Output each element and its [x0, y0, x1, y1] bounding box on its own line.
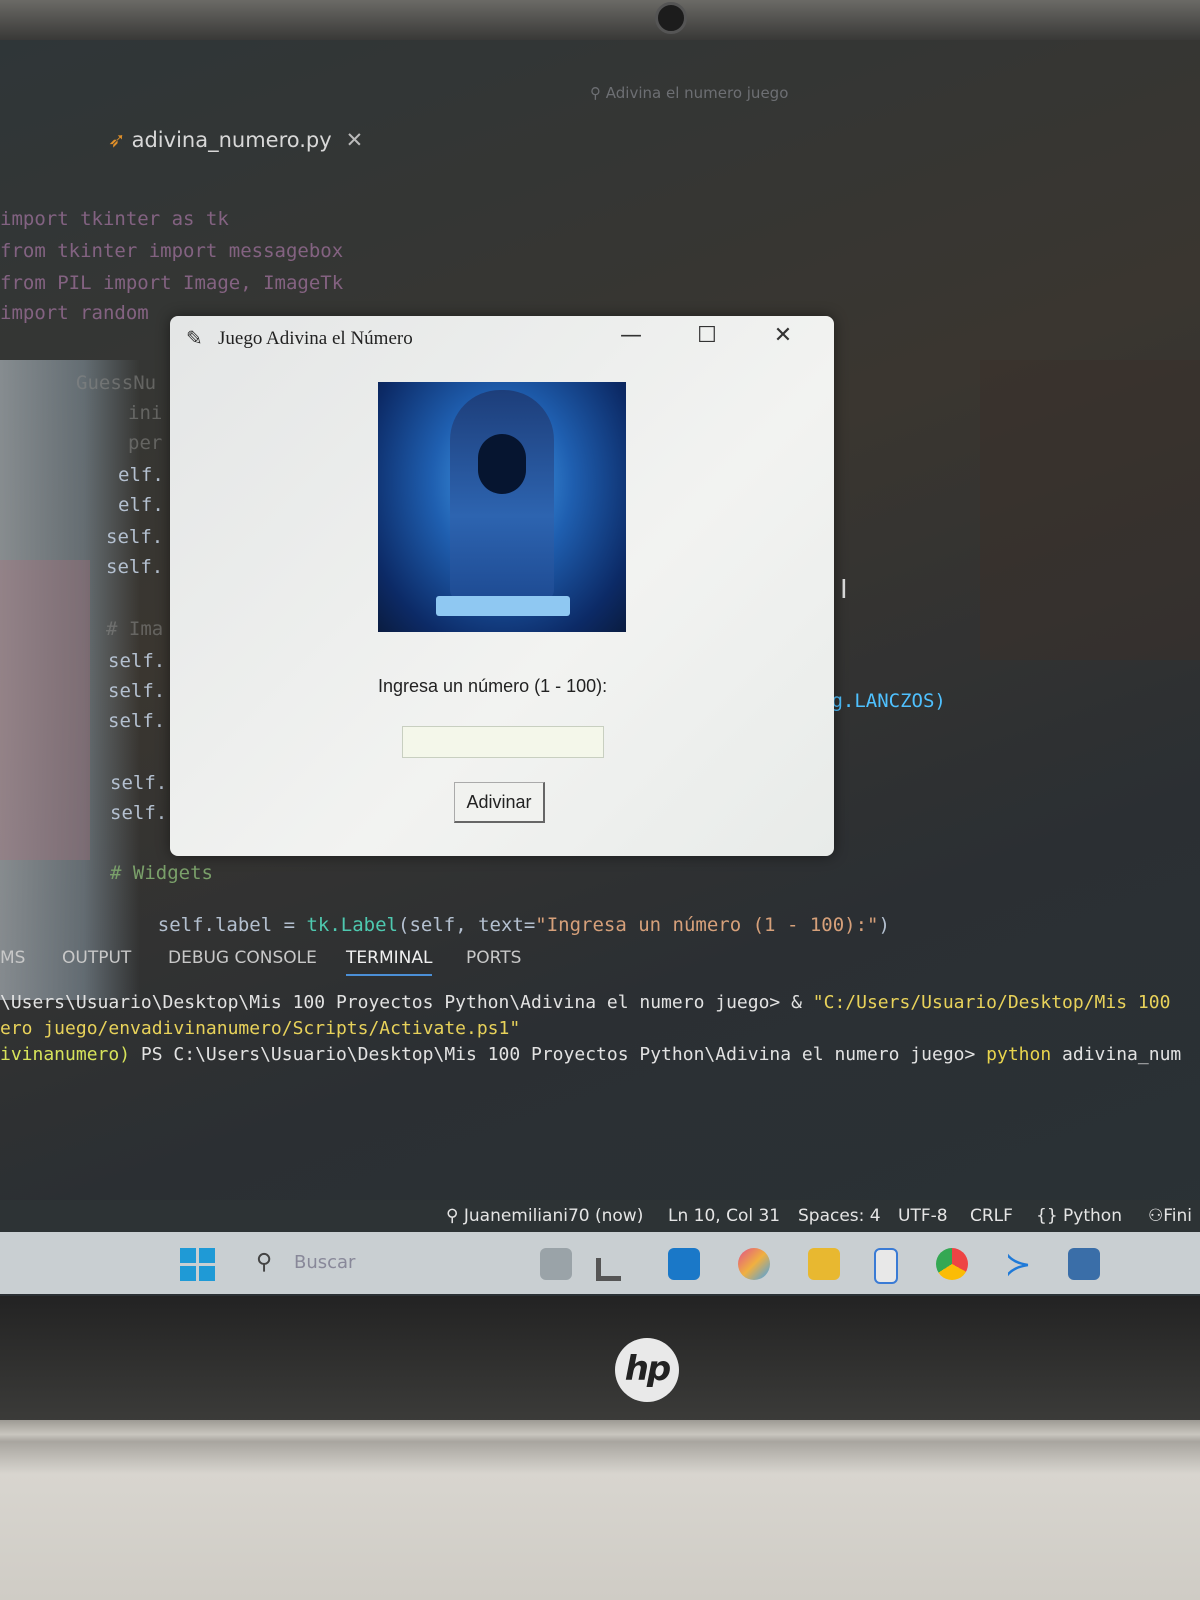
code-line-4: import random [0, 302, 149, 324]
terminal-line-2[interactable]: ero juego/envadivinanumero/Scripts/Activ… [0, 1018, 520, 1039]
code-line-1: import tkinter as tk [0, 208, 229, 230]
tab-problems[interactable]: MS [0, 948, 25, 968]
cursor-position[interactable]: Ln 10, Col 31 [668, 1206, 780, 1226]
picture-frame-reflection [980, 360, 1200, 660]
code-line-partial: # Ima [106, 618, 164, 640]
code-line-partial: self. [110, 772, 168, 794]
windows-taskbar: ⚲ Buscar ≻ [0, 1232, 1200, 1294]
window-title: Adivina el numero juego [605, 84, 789, 102]
guess-button[interactable]: Adivinar [454, 782, 545, 823]
file-explorer-icon[interactable] [808, 1248, 840, 1280]
tab-output[interactable]: OUTPUT [62, 948, 131, 968]
copilot-app-icon[interactable] [738, 1248, 770, 1280]
chrome-icon[interactable] [936, 1248, 968, 1280]
laptop-hinge [0, 1420, 1200, 1600]
window-title: Juego Adivina el Número [218, 328, 413, 349]
headset-app-icon[interactable] [540, 1248, 572, 1280]
search-icon: ⚲ [256, 1250, 273, 1275]
notepad-icon[interactable] [874, 1248, 898, 1284]
laptop-bottom-bezel [0, 1296, 1200, 1426]
tk-feather-icon: ✎ [186, 326, 203, 350]
vscode-icon[interactable]: ≻ [1002, 1248, 1034, 1280]
code-line-class: GuessNu [76, 372, 157, 394]
tab-filename: adivina_numero.py [131, 128, 332, 152]
number-input[interactable] [402, 726, 604, 758]
python-file-icon: ➶ [108, 128, 126, 152]
task-view-icon[interactable] [596, 1258, 621, 1281]
code-line-2: from tkinter import messagebox [0, 240, 344, 262]
git-blame-status[interactable]: ⚲ Juanemiliani70 (now) [446, 1206, 643, 1226]
hooded-figure [450, 390, 554, 600]
panel-tabs: MS OUTPUT DEBUG CONSOLE TERMINAL PORTS [0, 948, 1200, 982]
tab-debug-console[interactable]: DEBUG CONSOLE [168, 948, 317, 968]
search-icon: ⚲ [590, 84, 606, 102]
wall-reflection [0, 560, 90, 860]
hacker-image [378, 382, 626, 632]
finish-status[interactable]: ⚇Fini [1148, 1206, 1192, 1226]
indentation-status[interactable]: Spaces: 4 [798, 1206, 881, 1226]
code-line-3: from PIL import Image, ImageTk [0, 272, 344, 294]
code-line-partial: ini [128, 402, 163, 424]
code-line-partial: self. [110, 802, 168, 824]
code-line-partial: self. [108, 680, 166, 702]
terminal-line-3[interactable]: ivinanumero) PS C:\Users\Usuario\Desktop… [0, 1044, 1181, 1065]
prompt-label: Ingresa un número (1 - 100): [378, 676, 608, 696]
code-line-partial: self. [108, 710, 166, 732]
code-line-partial: elf. [118, 464, 164, 486]
eol-status[interactable]: CRLF [970, 1206, 1013, 1226]
webcam [655, 2, 687, 34]
close-button[interactable]: ✕ [756, 320, 810, 352]
code-line-partial: self. [108, 650, 166, 672]
vscode-search-title[interactable]: ⚲ Adivina el numero juego [590, 84, 788, 102]
store-icon[interactable] [668, 1248, 700, 1280]
code-line-partial: per [128, 432, 163, 454]
keyboard-glow [436, 596, 570, 616]
editor-tab[interactable]: ➶ adivina_numero.py ✕ [108, 128, 363, 152]
taskbar-search[interactable]: ⚲ Buscar [250, 1246, 480, 1280]
copilot-icon: ⚇ [1148, 1206, 1164, 1226]
minimize-button[interactable]: — [604, 320, 658, 352]
status-bar: ⚲ Juanemiliani70 (now) Ln 10, Col 31 Spa… [0, 1200, 1200, 1232]
guess-number-window: ✎ Juego Adivina el Número — ☐ ✕ Ingresa … [170, 316, 834, 856]
git-commit-icon: ⚲ [446, 1206, 464, 1226]
code-line-partial: self. [106, 556, 164, 578]
code-line-lanczos: ng.LANCZOS) [820, 690, 946, 712]
hood-shadow [478, 434, 526, 494]
code-line-partial: self. [106, 526, 164, 548]
language-mode[interactable]: {} Python [1036, 1206, 1122, 1226]
hp-logo: hp [615, 1338, 679, 1402]
terminal-line-1[interactable]: \Users\Usuario\Desktop\Mis 100 Proyectos… [0, 992, 1170, 1013]
tab-terminal[interactable]: TERMINAL [346, 948, 433, 976]
tab-ports[interactable]: PORTS [466, 948, 521, 968]
window-titlebar[interactable]: ✎ Juego Adivina el Número — ☐ ✕ [170, 316, 834, 356]
text-cursor-icon: I [840, 575, 848, 605]
python-app-icon[interactable] [1068, 1248, 1100, 1280]
encoding-status[interactable]: UTF-8 [898, 1206, 948, 1226]
code-comment-widgets: # Widgets [110, 862, 213, 884]
maximize-button[interactable]: ☐ [680, 320, 734, 352]
code-line-partial: elf. [118, 494, 164, 516]
tab-close-icon[interactable]: ✕ [346, 128, 364, 152]
windows-start-icon[interactable] [180, 1248, 216, 1282]
